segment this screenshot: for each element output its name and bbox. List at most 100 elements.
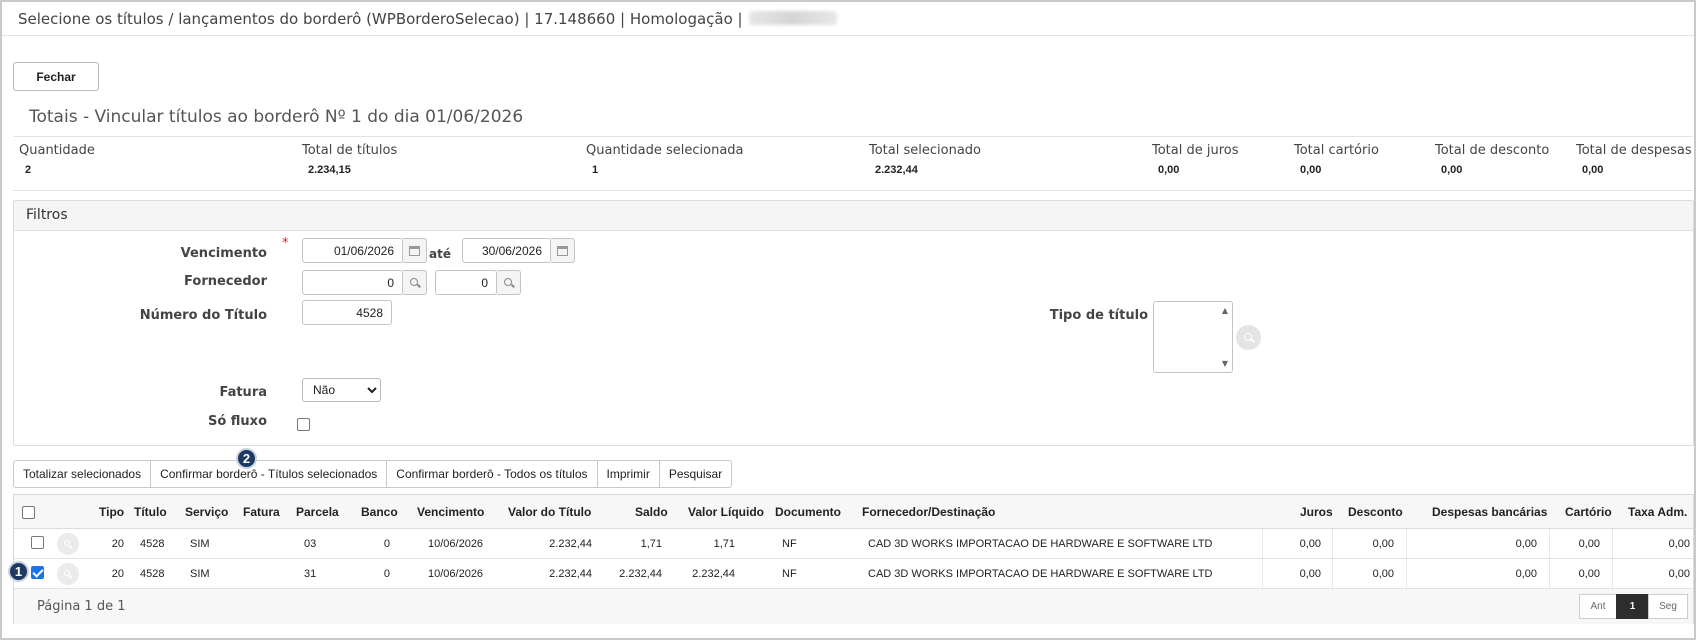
filters-panel: Filtros <box>13 200 1694 446</box>
cell-servico: SIM <box>190 538 210 550</box>
col-banco[interactable]: Banco <box>361 505 398 519</box>
col-servico[interactable]: Serviço <box>185 505 228 519</box>
col-valor-liquido[interactable]: Valor Líquido <box>688 505 764 519</box>
col-fornecedor[interactable]: Fornecedor/Destinação <box>862 505 995 519</box>
cell-titulo: 4528 <box>140 568 165 580</box>
col-fatura[interactable]: Fatura <box>243 505 280 519</box>
table-row[interactable]: 20 4528 SIM 03 0 10/06/2026 2.232,44 1,7… <box>14 529 1693 559</box>
select-all-checkbox[interactable] <box>22 506 35 519</box>
fornecedor-to-input[interactable] <box>435 270 497 295</box>
row-checkbox[interactable] <box>31 536 44 549</box>
vencimento-from-input[interactable] <box>302 238 403 263</box>
col-documento[interactable]: Documento <box>775 505 841 519</box>
total-selecionado-label: Total selecionado <box>869 143 981 158</box>
cell-documento: NF <box>782 538 797 550</box>
col-cartorio[interactable]: Cartório <box>1565 505 1612 519</box>
calendar-icon[interactable] <box>403 238 427 263</box>
table-row[interactable]: 20 4528 SIM 31 0 10/06/2026 2.232,44 2.2… <box>14 559 1693 589</box>
calendar-icon[interactable] <box>551 238 575 263</box>
numero-titulo-input[interactable] <box>302 300 392 325</box>
fatura-label: Fatura <box>219 385 267 400</box>
next-page-button[interactable]: Seg <box>1648 594 1688 619</box>
cell-titulo: 4528 <box>140 538 165 550</box>
cell-fornecedor: CAD 3D WORKS IMPORTACAO DE HARDWARE E SO… <box>868 568 1213 580</box>
grid-header: Tipo Título Serviço Fatura Parcela Banco… <box>14 495 1693 529</box>
cell-tipo: 20 <box>111 568 124 580</box>
col-taxa[interactable]: Taxa Adm. <box>1628 505 1687 519</box>
cell-valor-titulo: 2.232,44 <box>549 568 592 580</box>
grid-footer: Página 1 de 1 Ant 1 Seg <box>14 589 1693 624</box>
cell-valor-liquido: 2.232,44 <box>692 568 735 580</box>
cell-saldo: 2.232,44 <box>619 568 662 580</box>
col-despesas[interactable]: Despesas bancárias <box>1432 505 1547 519</box>
col-parcela[interactable]: Parcela <box>296 505 339 519</box>
cell-taxa: 0,00 <box>1668 538 1690 550</box>
pesquisar-button[interactable]: Pesquisar <box>658 460 733 488</box>
search-icon[interactable] <box>1236 325 1261 350</box>
total-titulos-value: 2.234,15 <box>308 164 351 176</box>
scroll-down-icon[interactable]: ▼ <box>1222 359 1228 368</box>
imprimir-button[interactable]: Imprimir <box>596 460 659 488</box>
totals-title: Totais - Vincular títulos ao borderô Nº … <box>29 107 524 127</box>
search-icon[interactable] <box>403 270 427 295</box>
col-desconto[interactable]: Desconto <box>1348 505 1403 519</box>
cell-servico: SIM <box>190 568 210 580</box>
divider <box>13 190 1693 191</box>
scroll-up-icon[interactable]: ▲ <box>1222 306 1228 315</box>
confirmar-titulos-selecionados-button[interactable]: Confirmar borderô - Títulos selecionados <box>150 460 387 488</box>
cell-desconto: 0,00 <box>1372 538 1394 550</box>
cell-valor-titulo: 2.232,44 <box>549 538 592 550</box>
search-icon[interactable] <box>57 533 79 555</box>
search-icon[interactable] <box>497 270 521 295</box>
total-despesas-label: Total de despesas <box>1576 143 1692 158</box>
prev-page-button[interactable]: Ant <box>1579 594 1616 619</box>
fatura-select[interactable]: Não <box>302 378 381 402</box>
cell-cartorio: 0,00 <box>1578 538 1600 550</box>
cell-documento: NF <box>782 568 797 580</box>
fornecedor-from-input[interactable] <box>302 270 403 295</box>
cell-banco: 0 <box>383 568 390 580</box>
cell-valor-liquido: 1,71 <box>713 538 735 550</box>
total-quantidade-value: 2 <box>25 164 32 176</box>
quantidade-selecionada-label: Quantidade selecionada <box>586 143 744 158</box>
confirmar-todos-titulos-button[interactable]: Confirmar borderô - Todos os títulos <box>386 460 597 488</box>
total-titulos-label: Total de títulos <box>302 143 398 158</box>
title-bar: Selecione os títulos / lançamentos do bo… <box>2 2 1694 36</box>
cell-juros: 0,00 <box>1299 568 1321 580</box>
col-valor-titulo[interactable]: Valor do Título <box>508 505 591 519</box>
row-checkbox[interactable] <box>31 566 44 579</box>
total-despesas-value: 0,00 <box>1582 164 1604 176</box>
col-tipo[interactable]: Tipo <box>99 505 124 519</box>
quantidade-selecionada-value: 1 <box>592 164 599 176</box>
filters-title: Filtros <box>26 207 68 223</box>
col-juros[interactable]: Juros <box>1300 505 1333 519</box>
window-title: Selecione os títulos / lançamentos do bo… <box>18 10 837 28</box>
vencimento-label: Vencimento <box>180 246 267 261</box>
filters-header: Filtros <box>14 201 1693 231</box>
cell-saldo: 1,71 <box>640 538 662 550</box>
cell-tipo: 20 <box>111 538 124 550</box>
pagination-label: Página 1 de 1 <box>37 599 126 614</box>
total-juros-value: 0,00 <box>1158 164 1180 176</box>
page-1-button[interactable]: 1 <box>1616 594 1648 619</box>
cell-fornecedor: CAD 3D WORKS IMPORTACAO DE HARDWARE E SO… <box>868 538 1213 550</box>
col-saldo[interactable]: Saldo <box>635 505 668 519</box>
total-cartorio-label: Total cartório <box>1294 143 1379 158</box>
so-fluxo-label: Só fluxo <box>207 414 267 429</box>
cell-vencimento: 10/06/2026 <box>428 538 484 550</box>
cell-banco: 0 <box>383 538 390 550</box>
col-titulo[interactable]: Título <box>134 505 167 519</box>
action-toolbar: Totalizar selecionados Confirmar borderô… <box>13 460 733 488</box>
col-vencimento[interactable]: Vencimento <box>417 505 484 519</box>
search-icon[interactable] <box>57 563 79 585</box>
cell-juros: 0,00 <box>1299 538 1321 550</box>
close-button[interactable]: Fechar <box>13 62 99 91</box>
so-fluxo-checkbox[interactable] <box>297 418 310 431</box>
totalizar-selecionados-button[interactable]: Totalizar selecionados <box>13 460 151 488</box>
total-quantidade-label: Quantidade <box>19 143 95 158</box>
tipo-titulo-listbox[interactable]: ▲ ▼ <box>1153 301 1233 373</box>
divider <box>13 136 1693 137</box>
cell-taxa: 0,00 <box>1668 568 1690 580</box>
vencimento-to-input[interactable] <box>462 238 551 263</box>
titles-grid: Tipo Título Serviço Fatura Parcela Banco… <box>13 494 1694 624</box>
